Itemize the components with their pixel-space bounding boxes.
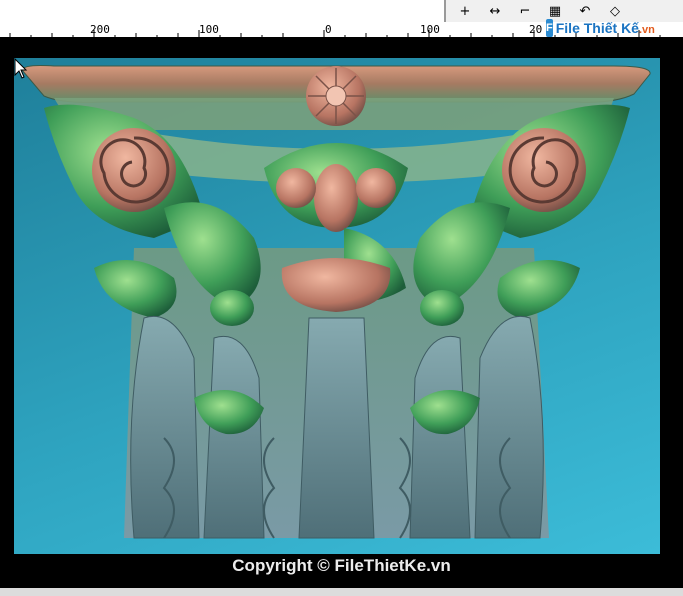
copyright-watermark: Copyright © FileThietKe.vn	[232, 556, 451, 575]
ruler-label: 200	[90, 23, 110, 36]
ruler-label: 20	[529, 23, 543, 36]
ruler-label: 0	[325, 23, 332, 36]
mouse-cursor-icon	[14, 58, 28, 79]
align-corner-icon[interactable]: ⌐	[514, 2, 536, 20]
logo-brand: File Thiết Kế	[555, 20, 639, 36]
logo-badge-icon: F	[546, 19, 553, 37]
watermark-logo: F File Thiết Kế.vn	[546, 17, 655, 39]
ruler-label: 100	[199, 23, 219, 36]
logo-suffix: .vn	[638, 24, 655, 36]
status-bar	[0, 588, 683, 596]
crosshair-icon[interactable]: +	[454, 2, 476, 20]
capital-relief-render	[21, 65, 651, 539]
measure-horizontal-icon[interactable]: ↔	[484, 2, 506, 20]
ruler-label: 100	[420, 23, 440, 36]
3d-viewport[interactable]	[14, 58, 660, 554]
logo-text: File Thiết Kế.vn	[556, 20, 655, 36]
